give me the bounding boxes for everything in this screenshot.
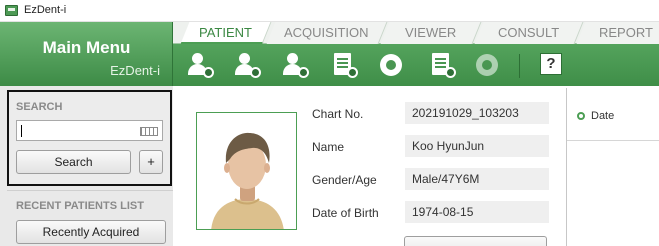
tab-viewer[interactable]: VIEWER bbox=[380, 22, 482, 44]
text-caret bbox=[21, 125, 22, 137]
chart-no-label: Chart No. bbox=[312, 107, 364, 121]
left-divider bbox=[7, 190, 173, 191]
recently-acquired-button[interactable]: Recently Acquired bbox=[16, 220, 166, 244]
window-titlebar: EzDent-i bbox=[0, 0, 659, 22]
app-icon bbox=[5, 5, 18, 16]
patient-toolbar: ? bbox=[173, 44, 659, 86]
chart-no-value: 202191029_103203 bbox=[405, 102, 549, 124]
name-label: Name bbox=[312, 140, 345, 154]
gender-age-value: Male/47Y6M bbox=[405, 168, 549, 190]
patient-photo[interactable] bbox=[196, 112, 297, 230]
add-search-button[interactable]: + bbox=[139, 150, 163, 174]
patient-chart-icon[interactable] bbox=[330, 52, 358, 78]
share-icon[interactable] bbox=[377, 52, 405, 78]
tab-consult[interactable]: CONSULT bbox=[474, 22, 584, 44]
name-value: Koo HyunJun bbox=[405, 135, 549, 157]
search-record-icon[interactable] bbox=[428, 52, 456, 78]
edit-patient-icon[interactable] bbox=[233, 52, 261, 78]
tab-report[interactable]: REPORT bbox=[576, 22, 659, 44]
date-radio[interactable] bbox=[577, 112, 585, 120]
search-panel: SEARCH Search + bbox=[7, 90, 172, 186]
date-label[interactable]: Date bbox=[591, 110, 614, 122]
add-patient-icon[interactable] bbox=[186, 52, 214, 78]
main-menu-block[interactable]: Main Menu EzDent-i bbox=[0, 22, 173, 86]
search-button[interactable]: Search bbox=[16, 150, 131, 174]
help-icon[interactable]: ? bbox=[540, 53, 562, 75]
study-list-divider bbox=[567, 140, 659, 141]
dob-value: 1974-08-15 bbox=[405, 201, 549, 223]
tab-acquisition[interactable]: ACQUISITION bbox=[266, 22, 388, 44]
export-icon[interactable] bbox=[473, 52, 501, 78]
tab-patient[interactable]: PATIENT bbox=[180, 22, 272, 44]
main-menu-subtitle: EzDent-i bbox=[110, 63, 160, 78]
search-input[interactable] bbox=[16, 120, 163, 141]
recent-section-label: RECENT PATIENTS LIST bbox=[16, 200, 144, 212]
keyboard-icon[interactable] bbox=[140, 127, 158, 136]
avatar-icon bbox=[211, 132, 284, 229]
gender-age-label: Gender/Age bbox=[312, 173, 377, 187]
module-tabs: PATIENT ACQUISITION VIEWER CONSULT REPOR… bbox=[173, 22, 659, 44]
toolbar-divider bbox=[519, 54, 520, 78]
more-details-button[interactable] bbox=[404, 236, 547, 246]
search-section-label: SEARCH bbox=[16, 101, 63, 113]
window-title: EzDent-i bbox=[24, 4, 67, 16]
main-menu-title: Main Menu bbox=[42, 38, 131, 57]
delete-patient-icon[interactable] bbox=[281, 52, 309, 78]
dob-label: Date of Birth bbox=[312, 206, 379, 220]
